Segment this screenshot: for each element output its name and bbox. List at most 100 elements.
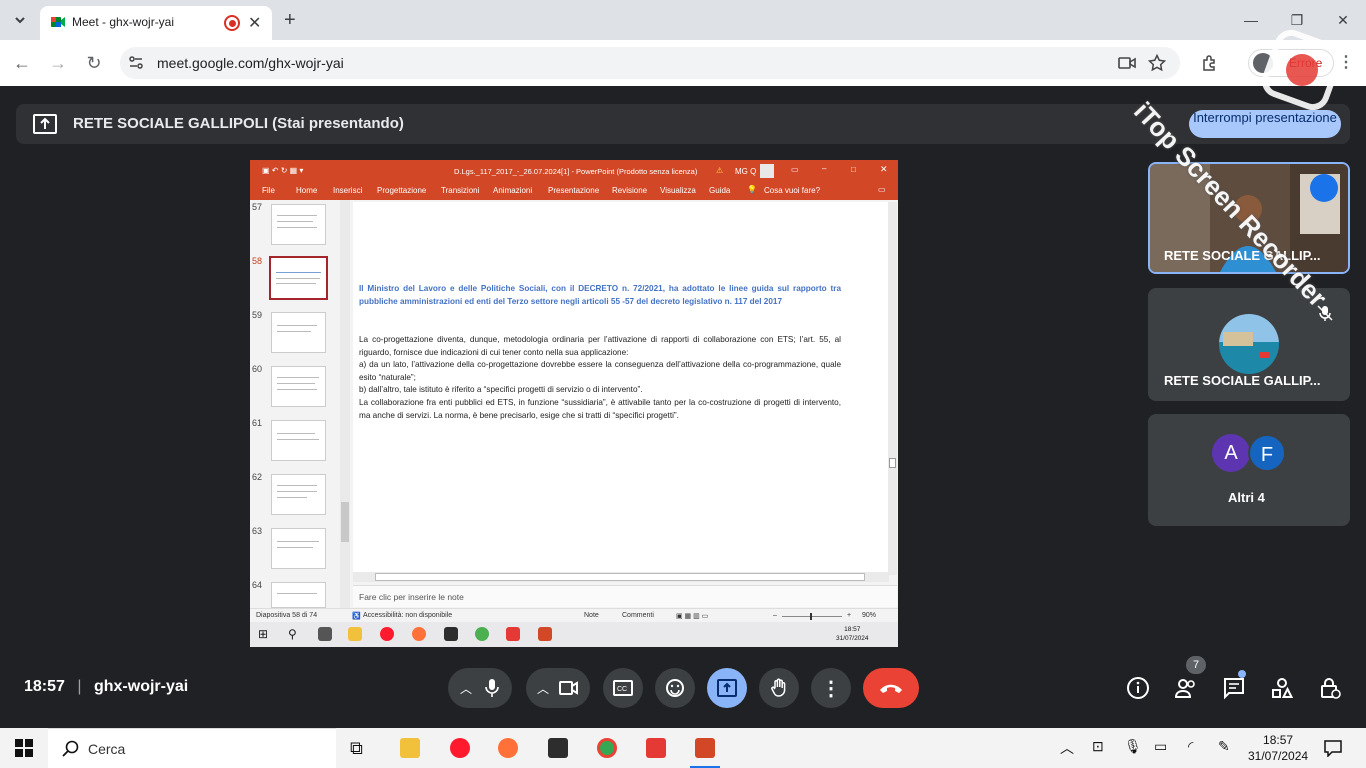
status-accessibility[interactable]: Accessibilità: non disponibile (363, 612, 452, 619)
ppt-quick-access-icons[interactable]: ▣ ↶ ↻ ▦ ▾ (262, 166, 303, 175)
battery-icon[interactable]: ▭ (1154, 738, 1167, 755)
slide-horizontal-scrollbar[interactable] (353, 572, 889, 582)
ribbon-display-icon[interactable]: ▭ (791, 165, 799, 174)
comment-icon[interactable]: ▭ (878, 185, 886, 194)
window-minimize-button[interactable]: — (1228, 8, 1274, 32)
meeting-details-icon[interactable] (1126, 676, 1150, 700)
taskbar-clock[interactable]: 18:57 31/07/2024 (1248, 732, 1308, 764)
forward-arrow-icon[interactable]: → (47, 52, 69, 74)
slide-thumbnail[interactable] (271, 582, 326, 608)
notifications-icon[interactable] (1324, 739, 1342, 757)
slide-thumbnail[interactable] (271, 204, 326, 245)
ribbon-tab-inserisci[interactable]: Inserisci (333, 186, 362, 195)
camera-icon[interactable] (559, 680, 579, 696)
ribbon-tab-progettazione[interactable]: Progettazione (377, 186, 426, 195)
firefox-icon[interactable] (412, 627, 426, 641)
ppt-minimize-icon[interactable]: – (822, 164, 826, 173)
chrome-icon[interactable] (475, 627, 489, 641)
slide-thumbnail[interactable] (271, 312, 326, 353)
slide-thumbnail[interactable] (271, 366, 326, 407)
pen-icon[interactable]: ✎ (1218, 738, 1230, 755)
file-explorer-icon[interactable] (348, 627, 362, 641)
opera-icon[interactable] (450, 738, 470, 758)
task-view-icon[interactable] (318, 627, 332, 641)
file-explorer-icon[interactable] (400, 738, 420, 758)
ribbon-tab-revisione[interactable]: Revisione (612, 186, 647, 195)
browser-tab-meet[interactable]: Meet - ghx-wojr-yai ✕ (40, 6, 272, 40)
tab-close-icon[interactable]: ✕ (248, 13, 261, 33)
slide-canvas[interactable]: Il Ministro del Lavoro e delle Politiche… (353, 202, 889, 575)
raise-hand-button[interactable] (759, 668, 799, 708)
extensions-icon[interactable] (1200, 53, 1220, 73)
bookmark-star-icon[interactable] (1148, 54, 1166, 72)
zoom-slider[interactable] (782, 616, 842, 617)
ppt-maximize-icon[interactable]: □ (851, 165, 856, 174)
ppt-tell-me-search[interactable]: Cosa vuoi fare? (764, 186, 820, 195)
powerpoint-icon[interactable] (695, 738, 715, 758)
tray-microphone-icon[interactable]: 🎙 (1124, 738, 1142, 755)
opera-icon[interactable] (380, 627, 394, 641)
ppt-close-icon[interactable]: ✕ (880, 164, 888, 175)
powerpoint-icon[interactable] (538, 627, 552, 641)
ribbon-tab-animazioni[interactable]: Animazioni (493, 186, 532, 195)
microphone-icon[interactable] (484, 678, 500, 698)
address-bar[interactable]: meet.google.com/ghx-wojr-yai (120, 47, 1180, 79)
camera-options-chevron-icon[interactable]: ︿ (537, 680, 549, 697)
status-notes-button[interactable]: Note (584, 612, 599, 619)
thumbnail-scrollbar[interactable] (340, 200, 350, 610)
participant-tile-avatar[interactable]: RETE SOCIALE GALLIP... (1148, 288, 1350, 401)
opera-gx-icon[interactable] (646, 738, 666, 758)
view-normal-icon[interactable]: ▣ ▦ ▥ ▭ (676, 612, 708, 620)
chat-icon[interactable] (1222, 676, 1246, 700)
people-icon[interactable] (1174, 676, 1198, 700)
ribbon-tab-transizioni[interactable]: Transizioni (441, 186, 479, 195)
host-controls-lock-icon[interactable] (1318, 676, 1342, 700)
ribbon-tab-guida[interactable]: Guida (709, 186, 730, 195)
windows-start-icon[interactable] (15, 739, 33, 757)
ribbon-tab-file[interactable]: File (262, 186, 275, 195)
window-restore-button[interactable]: ❐ (1274, 8, 1320, 32)
other-participants-tile[interactable]: A F Altri 4 (1148, 414, 1350, 526)
slide-thumbnail[interactable] (271, 528, 326, 569)
back-arrow-icon[interactable]: ← (11, 52, 33, 74)
notes-pane[interactable]: Fare clic per inserire le note (353, 585, 897, 607)
screen-recorder-icon[interactable] (548, 738, 568, 758)
taskbar-search[interactable]: Cerca (48, 728, 336, 768)
site-settings-icon[interactable] (128, 55, 144, 71)
mic-options-chevron-icon[interactable]: ︿ (460, 680, 472, 697)
zoom-level[interactable]: 90% (862, 612, 876, 619)
leave-call-button[interactable] (863, 668, 919, 708)
wifi-icon[interactable]: ◜ (1188, 738, 1193, 755)
slide-thumbnail-selected[interactable] (269, 256, 328, 300)
windows-start-icon[interactable]: ⊞ (258, 627, 272, 641)
reload-icon[interactable]: ↻ (83, 52, 105, 74)
ribbon-tab-visualizza[interactable]: Visualizza (660, 186, 696, 195)
ribbon-tab-home[interactable]: Home (296, 186, 317, 195)
zoom-out-icon[interactable]: – (773, 612, 777, 619)
camera-permission-icon[interactable] (1118, 55, 1136, 71)
more-options-button[interactable]: ⋮ (811, 668, 851, 708)
activities-icon[interactable] (1270, 676, 1294, 700)
present-now-button[interactable] (707, 668, 747, 708)
new-tab-button[interactable]: + (284, 8, 296, 32)
status-comments-button[interactable]: Commenti (622, 612, 654, 619)
recorder-app-icon[interactable] (444, 627, 458, 641)
reactions-button[interactable] (655, 668, 695, 708)
tray-chevron-up-icon[interactable]: ︿ (1060, 738, 1074, 758)
firefox-icon[interactable] (498, 738, 518, 758)
tab-search-button[interactable] (8, 8, 32, 32)
ribbon-tab-presentazione[interactable]: Presentazione (548, 186, 599, 195)
stop-presenting-button[interactable]: Interrompi presentazione (1189, 110, 1341, 138)
zoom-slider-thumb[interactable] (810, 613, 812, 620)
chrome-icon[interactable] (597, 738, 617, 758)
search-icon[interactable]: ⚲ (288, 627, 302, 641)
slide-thumbnail[interactable] (271, 420, 326, 461)
opera-gx-icon[interactable] (506, 627, 520, 641)
tray-camera-icon[interactable]: ⊡ (1092, 738, 1104, 755)
window-close-button[interactable]: ✕ (1320, 8, 1366, 32)
slide-vertical-scrollbar[interactable] (888, 202, 897, 575)
task-view-icon[interactable]: ⧉ (350, 738, 370, 758)
captions-button[interactable]: CC (603, 668, 643, 708)
slide-thumbnail[interactable] (271, 474, 326, 515)
zoom-in-icon[interactable]: + (847, 612, 851, 619)
